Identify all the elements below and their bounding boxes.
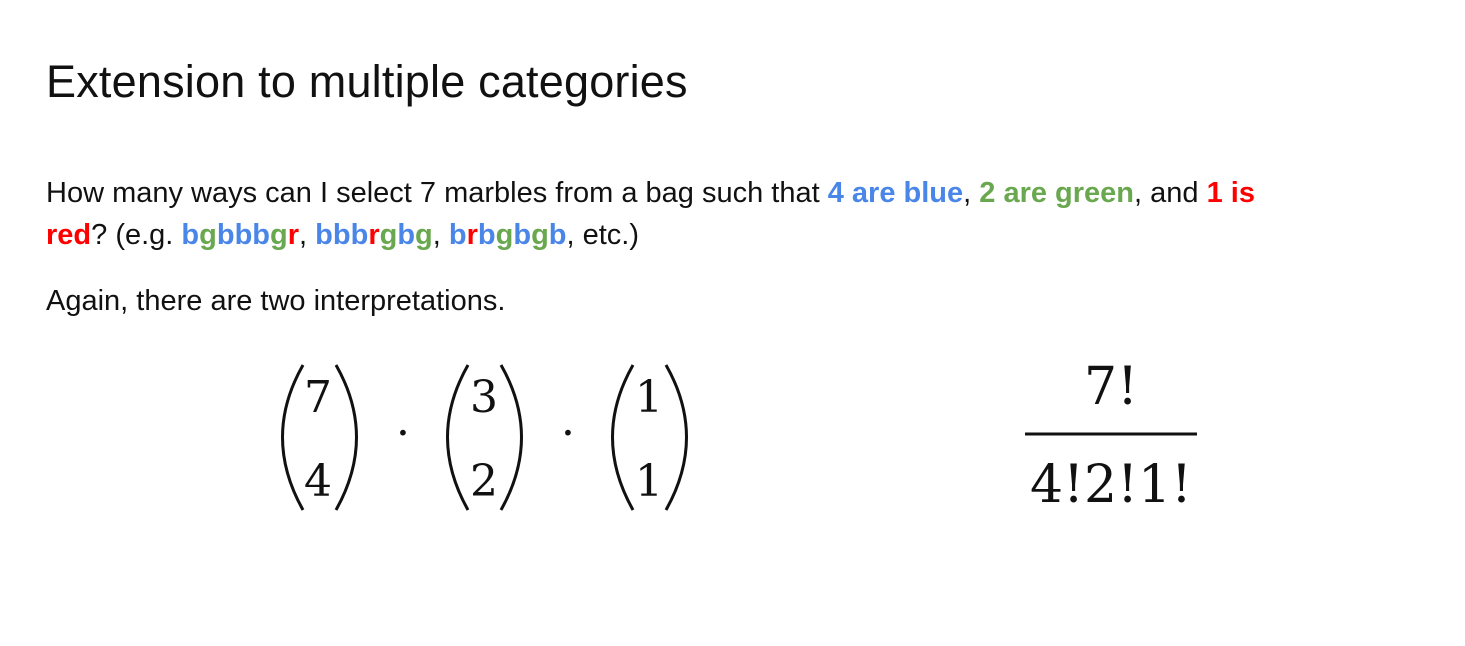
binomial-3: 1 1: [611, 364, 688, 511]
right-paren-3: [664, 364, 688, 511]
binomial-2-top: 3: [470, 372, 498, 423]
left-paren-3: [611, 364, 635, 511]
dot-operator-2: ·: [561, 408, 575, 459]
formula-canvas: 7 4 · 3 2 · 1 1 7! 4!2!1!: [281, 357, 1197, 515]
right-paren-2: [499, 364, 523, 511]
fraction-numerator: 7!: [1084, 357, 1138, 417]
binomial-2: 3 2: [446, 364, 523, 511]
binomial-2-bottom: 2: [470, 456, 498, 507]
binomial-1: 7 4: [281, 364, 358, 511]
binomial-1-top: 7: [304, 372, 332, 423]
left-paren-2: [446, 364, 470, 511]
right-paren-1: [334, 364, 358, 511]
binomial-1-bottom: 4: [304, 456, 332, 507]
multinomial-fraction: 7! 4!2!1!: [1025, 357, 1197, 515]
binomial-3-bottom: 1: [635, 456, 663, 507]
left-paren-1: [281, 364, 305, 511]
dot-operator-1: ·: [396, 408, 410, 459]
binomial-3-top: 1: [635, 372, 663, 423]
fraction-denominator: 4!2!1!: [1030, 455, 1192, 515]
